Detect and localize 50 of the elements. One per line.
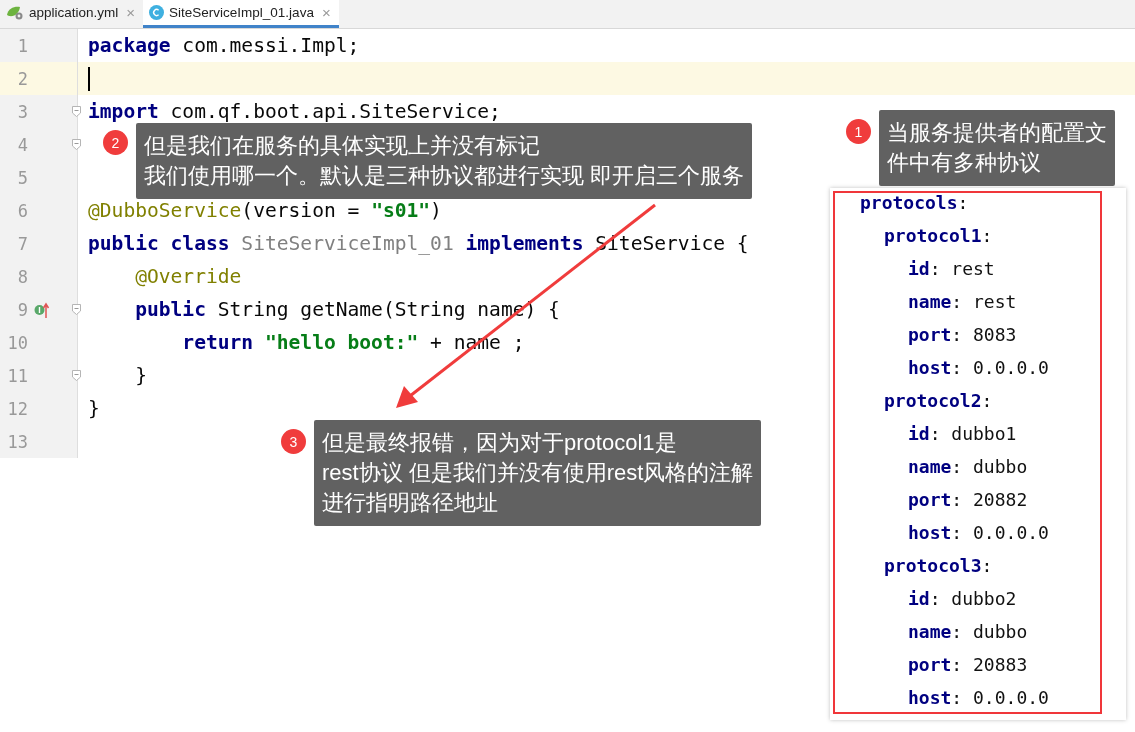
fold-icon[interactable] [72,370,81,381]
line-number: 9 [16,299,28,320]
editor-tab[interactable]: application.yml × [0,0,144,28]
line-number: 12 [6,398,28,419]
editor-tab[interactable]: SiteServiceImpl_01.java × [143,0,339,28]
implements-icon[interactable] [34,300,50,319]
line-number: 2 [16,68,28,89]
line-number: 4 [16,134,28,155]
code-line: } [88,397,100,420]
code-line: @Override [134,265,242,288]
callout-note: 但是我们在服务的具体实现上并没有标记 我们使用哪一个。默认是三种协议都进行实现 即开启三个服务 [136,123,753,199]
yaml-line: id: dubbo2 [908,587,1018,611]
step-badge: 2 [103,130,128,155]
line-number: 6 [16,200,28,221]
fold-icon[interactable] [72,139,81,150]
yaml-line: name: dubbo [908,620,1029,644]
yaml-line: protocol1: [884,224,994,248]
yaml-line: id: dubbo1 [908,422,1018,446]
yaml-line: port: 20883 [908,653,1029,677]
step-badge: 3 [281,429,306,454]
line-number: 7 [16,233,28,254]
yaml-line: host: 0.0.0.0 [908,356,1049,380]
line-number: 11 [6,365,28,386]
code-line: @DubboService(version = "s01") [88,199,442,222]
leaf-icon [6,5,24,20]
code-line: } [134,364,147,387]
line-number: 10 [6,332,28,353]
fold-icon[interactable] [72,106,81,117]
yaml-line: protocol2: [884,389,994,413]
yaml-line: protocol3: [884,554,994,578]
line-number: 3 [16,101,28,122]
yaml-line: name: rest [908,290,1018,314]
line-number: 1 [16,35,28,56]
class-icon [149,5,165,20]
line-number: 8 [16,266,28,287]
yaml-line: host: 0.0.0.0 [908,686,1049,710]
yaml-line: port: 8083 [908,323,1018,347]
yaml-line: host: 0.0.0.0 [908,521,1049,545]
line-number: 13 [6,431,28,452]
yaml-line: name: dubbo [908,455,1029,479]
yaml-line: port: 20882 [908,488,1029,512]
callout-note: 当服务提供者的配置文 件中有多种协议 [879,110,1115,186]
fold-icon[interactable] [72,304,81,315]
line-number: 5 [16,167,28,188]
code-line: import com.qf.boot.api.SiteService; [88,100,501,123]
code-line: package com.messi.Impl; [88,34,360,57]
callout-note: 但是最终报错，因为对于protocol1是 rest协议 但是我们并没有使用rest风格的注解 进行指明路径地址 [314,420,762,526]
yaml-line: protocols: [860,191,970,215]
step-badge: 1 [846,119,871,144]
yaml-line: id: rest [908,257,996,281]
